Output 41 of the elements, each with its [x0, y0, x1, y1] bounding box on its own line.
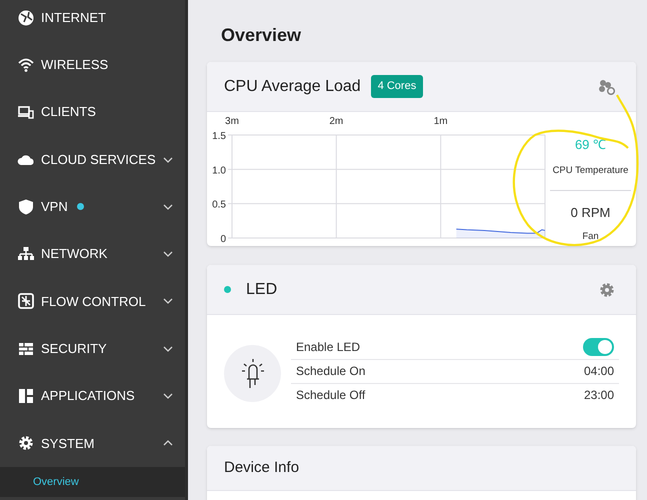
sidebar-item[interactable]: CLIENTS [0, 88, 185, 136]
sidebar-item[interactable]: SECURITY [0, 325, 185, 372]
page-title: Overview [221, 24, 302, 46]
sidebar-item[interactable]: VPN [0, 183, 185, 230]
submenu-item[interactable]: Overview [0, 466, 185, 497]
wifi-icon [17, 56, 35, 74]
flow-icon [17, 292, 35, 310]
settings-icon[interactable] [598, 280, 616, 298]
axis-label: 2m [329, 116, 344, 127]
toggle-switch[interactable] [583, 338, 614, 356]
axis-label: 1.5 [212, 131, 226, 142]
axis-label: 0.5 [212, 200, 226, 211]
axis-label: 0 [220, 234, 226, 245]
devices-icon [17, 103, 35, 122]
fan-speed: 0 RPM [570, 204, 610, 222]
sidebar-item[interactable]: SYSTEM [0, 420, 185, 467]
setting-value: 04:00 [584, 363, 614, 380]
axis-label: 1.0 [212, 165, 226, 176]
cores-badge: 4 Cores [370, 75, 424, 98]
settings-icon [17, 434, 35, 452]
setting-value: 23:00 [584, 387, 614, 404]
sidebar-item[interactable]: CLOUD SERVICES [0, 136, 185, 184]
apps-icon [17, 387, 35, 406]
card-title: LED [246, 280, 278, 300]
sidebar-item[interactable]: WIRELESS [0, 41, 185, 89]
shield-icon [17, 198, 35, 216]
temperature-value: 69 ℃ [574, 136, 606, 154]
axis-label: 1m [434, 116, 448, 127]
fan-label: Fan [582, 230, 599, 244]
setting-label: Enable LED [296, 338, 360, 356]
sidebar-item[interactable]: NETWORK [0, 230, 185, 278]
card-title: Device Info [224, 458, 300, 478]
sidebar-item[interactable]: INTERNET [0, 0, 185, 42]
temperature-label: CPU Temperature [552, 164, 628, 178]
axis-label: 3m [225, 116, 239, 127]
setting-label: Schedule Off [296, 387, 366, 404]
card-title: CPU Average Load [224, 76, 361, 96]
sidebar-item[interactable]: FLOW CONTROL [0, 278, 185, 326]
setting-label: Schedule On [296, 363, 366, 380]
sidebar-item[interactable]: APPLICATIONS [0, 372, 185, 420]
fan-icon[interactable] [598, 78, 616, 94]
